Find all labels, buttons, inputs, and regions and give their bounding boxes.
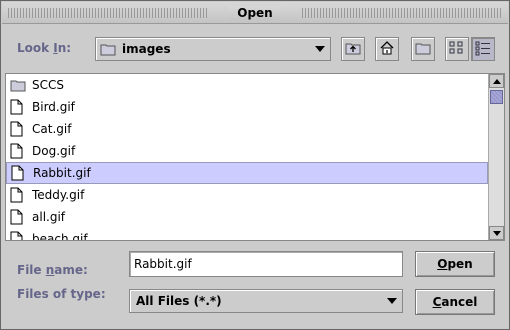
chevron-down-icon[interactable]: [310, 46, 330, 52]
home-icon: [379, 40, 395, 59]
look-in-value: images: [122, 42, 171, 56]
file-name-input[interactable]: Rabbit.gif: [129, 251, 403, 277]
chevron-down-icon[interactable]: [382, 298, 402, 304]
file-list-item[interactable]: Teddy.gif: [6, 184, 488, 206]
file-list-item-label: Teddy.gif: [32, 188, 85, 202]
details-view-button[interactable]: [471, 37, 495, 61]
vertical-scrollbar[interactable]: [488, 74, 504, 240]
title-bar[interactable]: Open: [2, 2, 508, 24]
file-list-item-label: Rabbit.gif: [33, 166, 91, 180]
look-in-label: Look In:: [17, 41, 72, 55]
file-list-item[interactable]: Rabbit.gif: [6, 162, 488, 184]
file-icon: [10, 208, 28, 226]
files-of-type-combo[interactable]: All Files (*.*): [129, 289, 403, 313]
arrow-down-icon: [492, 230, 501, 236]
file-icon: [10, 142, 28, 160]
files-of-type-value: All Files (*.*): [136, 294, 222, 308]
file-icon: [10, 120, 28, 138]
file-list[interactable]: SCCS Bird.gif Cat.gif Dog.gif Rabbit.gif Tedd…: [5, 73, 505, 241]
file-name-value: Rabbit.gif: [134, 257, 192, 271]
folder-up-icon: [345, 41, 361, 58]
file-list-item[interactable]: Bird.gif: [6, 96, 488, 118]
file-list-item[interactable]: beach.gif: [6, 228, 488, 241]
file-icon: [10, 230, 28, 240]
scroll-up-button[interactable]: [489, 74, 504, 88]
file-icon: [11, 164, 29, 182]
list-view-button[interactable]: [445, 37, 469, 61]
new-folder-button[interactable]: [411, 37, 435, 61]
files-of-type-label: Files of type:: [17, 287, 106, 301]
file-list-item[interactable]: Cat.gif: [6, 118, 488, 140]
folder-icon: [100, 42, 116, 56]
file-list-item-label: all.gif: [32, 210, 66, 224]
scroll-down-button[interactable]: [489, 226, 504, 240]
file-icon: [10, 98, 28, 116]
file-icon: [10, 186, 28, 204]
title-grip-right: [302, 8, 502, 18]
cancel-button[interactable]: Cancel: [415, 289, 495, 315]
new-folder-icon: [415, 41, 431, 58]
up-one-level-button[interactable]: [341, 37, 365, 61]
details-view-icon: [475, 40, 491, 59]
file-list-item-label: Dog.gif: [32, 144, 76, 158]
home-button[interactable]: [375, 37, 399, 61]
arrow-up-icon: [492, 78, 501, 84]
folder-icon: [10, 76, 28, 94]
open-dialog: Open Look In: images SCCS Bird.gif Cat.g…: [0, 0, 510, 330]
file-list-rows: SCCS Bird.gif Cat.gif Dog.gif Rabbit.gif Tedd…: [6, 74, 488, 241]
dialog-title: Open: [229, 5, 281, 20]
open-button[interactable]: Open: [415, 251, 495, 277]
list-view-icon: [449, 40, 465, 59]
file-list-item[interactable]: SCCS: [6, 74, 488, 96]
file-list-item-label: Bird.gif: [32, 100, 75, 114]
file-list-item-label: Cat.gif: [32, 122, 72, 136]
file-list-item[interactable]: all.gif: [6, 206, 488, 228]
look-in-combo[interactable]: images: [95, 37, 331, 61]
file-list-item-label: beach.gif: [32, 232, 88, 241]
title-grip-left: [8, 8, 208, 18]
file-list-item[interactable]: Dog.gif: [6, 140, 488, 162]
scroll-thumb[interactable]: [490, 90, 503, 104]
file-list-item-label: SCCS: [32, 78, 64, 92]
file-name-label: File name:: [17, 263, 88, 277]
